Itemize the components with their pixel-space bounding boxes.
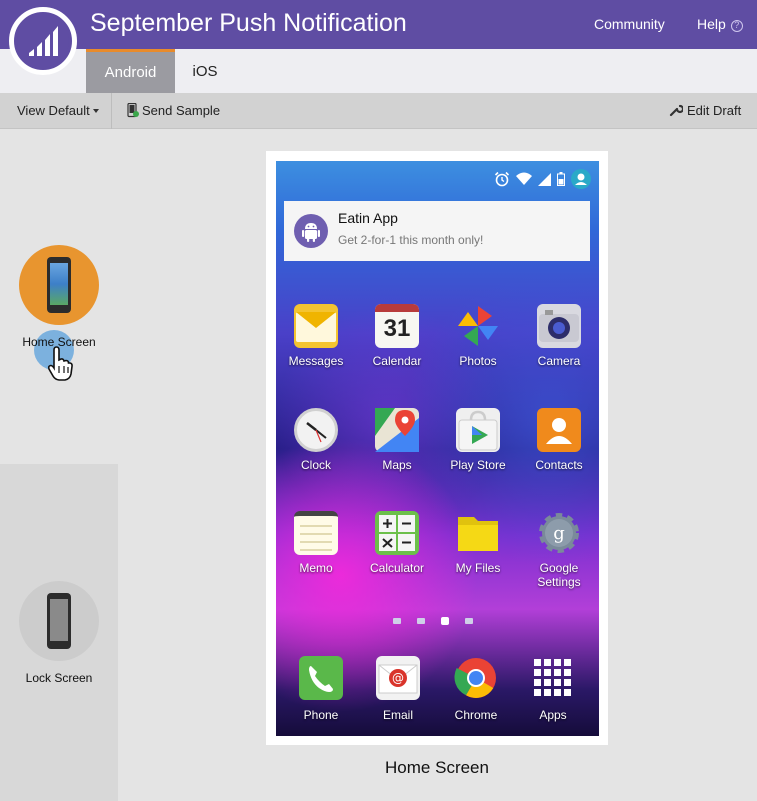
- app-label: Photos: [459, 354, 497, 368]
- alarm-icon: [494, 171, 510, 187]
- community-link[interactable]: Community: [594, 16, 665, 32]
- app-label: Google Settings: [537, 561, 581, 589]
- calendar-icon: 31: [375, 304, 419, 348]
- help-link[interactable]: Help?: [697, 16, 743, 32]
- notification-app-name: Eatin App: [338, 210, 398, 226]
- contacts-icon: [537, 408, 581, 452]
- page-indicator: [393, 617, 473, 625]
- chrome-icon: [454, 656, 498, 700]
- app-label: Phone: [303, 708, 339, 722]
- email-icon: @: [376, 656, 420, 700]
- lock-screen-label: Lock Screen: [25, 671, 93, 685]
- marketo-logo[interactable]: [9, 7, 77, 75]
- messages-icon: [294, 304, 338, 348]
- signal-icon: [538, 172, 551, 186]
- calculator-icon: [375, 511, 419, 555]
- app-label: Play Store: [450, 458, 506, 472]
- apps-grid-icon: [531, 656, 575, 700]
- svg-text:@: @: [392, 671, 404, 685]
- send-sample-label: Send Sample: [142, 103, 221, 118]
- page-dot-active[interactable]: [441, 617, 449, 625]
- page-dot[interactable]: [465, 618, 473, 624]
- maps-icon: [375, 408, 419, 452]
- toolbar: View Default Send Sample Edit Draft: [0, 93, 757, 129]
- edit-draft-button[interactable]: Edit Draft: [669, 103, 741, 118]
- app-label: Memo: [299, 561, 333, 575]
- view-default-dropdown[interactable]: View Default: [17, 103, 99, 118]
- app-label: Calculator: [369, 561, 425, 575]
- android-robot-icon: [294, 214, 328, 248]
- calendar-day: 31: [383, 315, 411, 342]
- help-icon: ?: [730, 20, 743, 32]
- app-label: Contacts: [535, 458, 583, 472]
- app-label: My Files: [455, 561, 501, 575]
- camera-icon: [537, 304, 581, 348]
- clock-icon: [294, 408, 338, 452]
- battery-icon: [557, 172, 565, 186]
- edit-draft-label: Edit Draft: [687, 103, 742, 118]
- app-label: Apps: [539, 708, 567, 722]
- svg-text:g: g: [553, 523, 565, 544]
- app-label: Chrome: [454, 708, 498, 722]
- page-title: September Push Notification: [90, 9, 407, 37]
- google-settings-gear-icon: g: [537, 511, 581, 555]
- wifi-icon: [516, 172, 532, 185]
- toolbar-divider: [111, 93, 112, 129]
- app-header: September Push Notification Community He…: [0, 0, 757, 49]
- memo-icon: [294, 511, 338, 555]
- status-bar: [494, 169, 591, 189]
- photos-pinwheel-icon: [456, 304, 500, 348]
- home-phone-icon: [47, 257, 71, 313]
- app-label: Email: [382, 708, 413, 722]
- wrench-icon: [669, 104, 685, 117]
- send-sample-button[interactable]: Send Sample: [127, 102, 221, 118]
- preview-caption: Home Screen: [385, 758, 489, 777]
- phone-send-icon: [127, 102, 139, 118]
- app-label: Messages: [288, 354, 344, 368]
- platform-tabs: Android iOS: [0, 49, 757, 93]
- app-label: Maps: [382, 458, 412, 472]
- app-label: Calendar: [372, 354, 422, 368]
- push-notification[interactable]: Eatin App Get 2-for-1 this month only!: [284, 201, 590, 261]
- android-home-screen: Eatin App Get 2-for-1 this month only! M…: [276, 161, 599, 736]
- home-screen-view-button[interactable]: [19, 245, 99, 325]
- play-store-icon: [456, 408, 500, 452]
- app-label: Clock: [300, 458, 331, 472]
- hand-cursor-icon: [47, 346, 73, 381]
- page-dot[interactable]: [417, 618, 425, 624]
- account-icon: [571, 169, 591, 189]
- lock-screen-view-button[interactable]: [19, 581, 99, 661]
- view-default-label: View Default: [17, 103, 90, 118]
- phone-preview-frame: Eatin App Get 2-for-1 this month only! M…: [266, 151, 608, 745]
- caret-down-icon: [92, 109, 99, 113]
- app-label: Camera: [537, 354, 581, 368]
- phone-icon: [299, 656, 343, 700]
- notification-message: Get 2-for-1 this month only!: [338, 233, 484, 247]
- logo-bars-icon: [29, 26, 58, 56]
- tab-android[interactable]: Android: [86, 49, 175, 93]
- help-label: Help: [697, 16, 726, 32]
- page-dot[interactable]: [393, 618, 401, 624]
- lock-phone-icon: [47, 593, 71, 649]
- tab-ios[interactable]: iOS: [175, 49, 235, 93]
- folder-icon: [456, 511, 500, 555]
